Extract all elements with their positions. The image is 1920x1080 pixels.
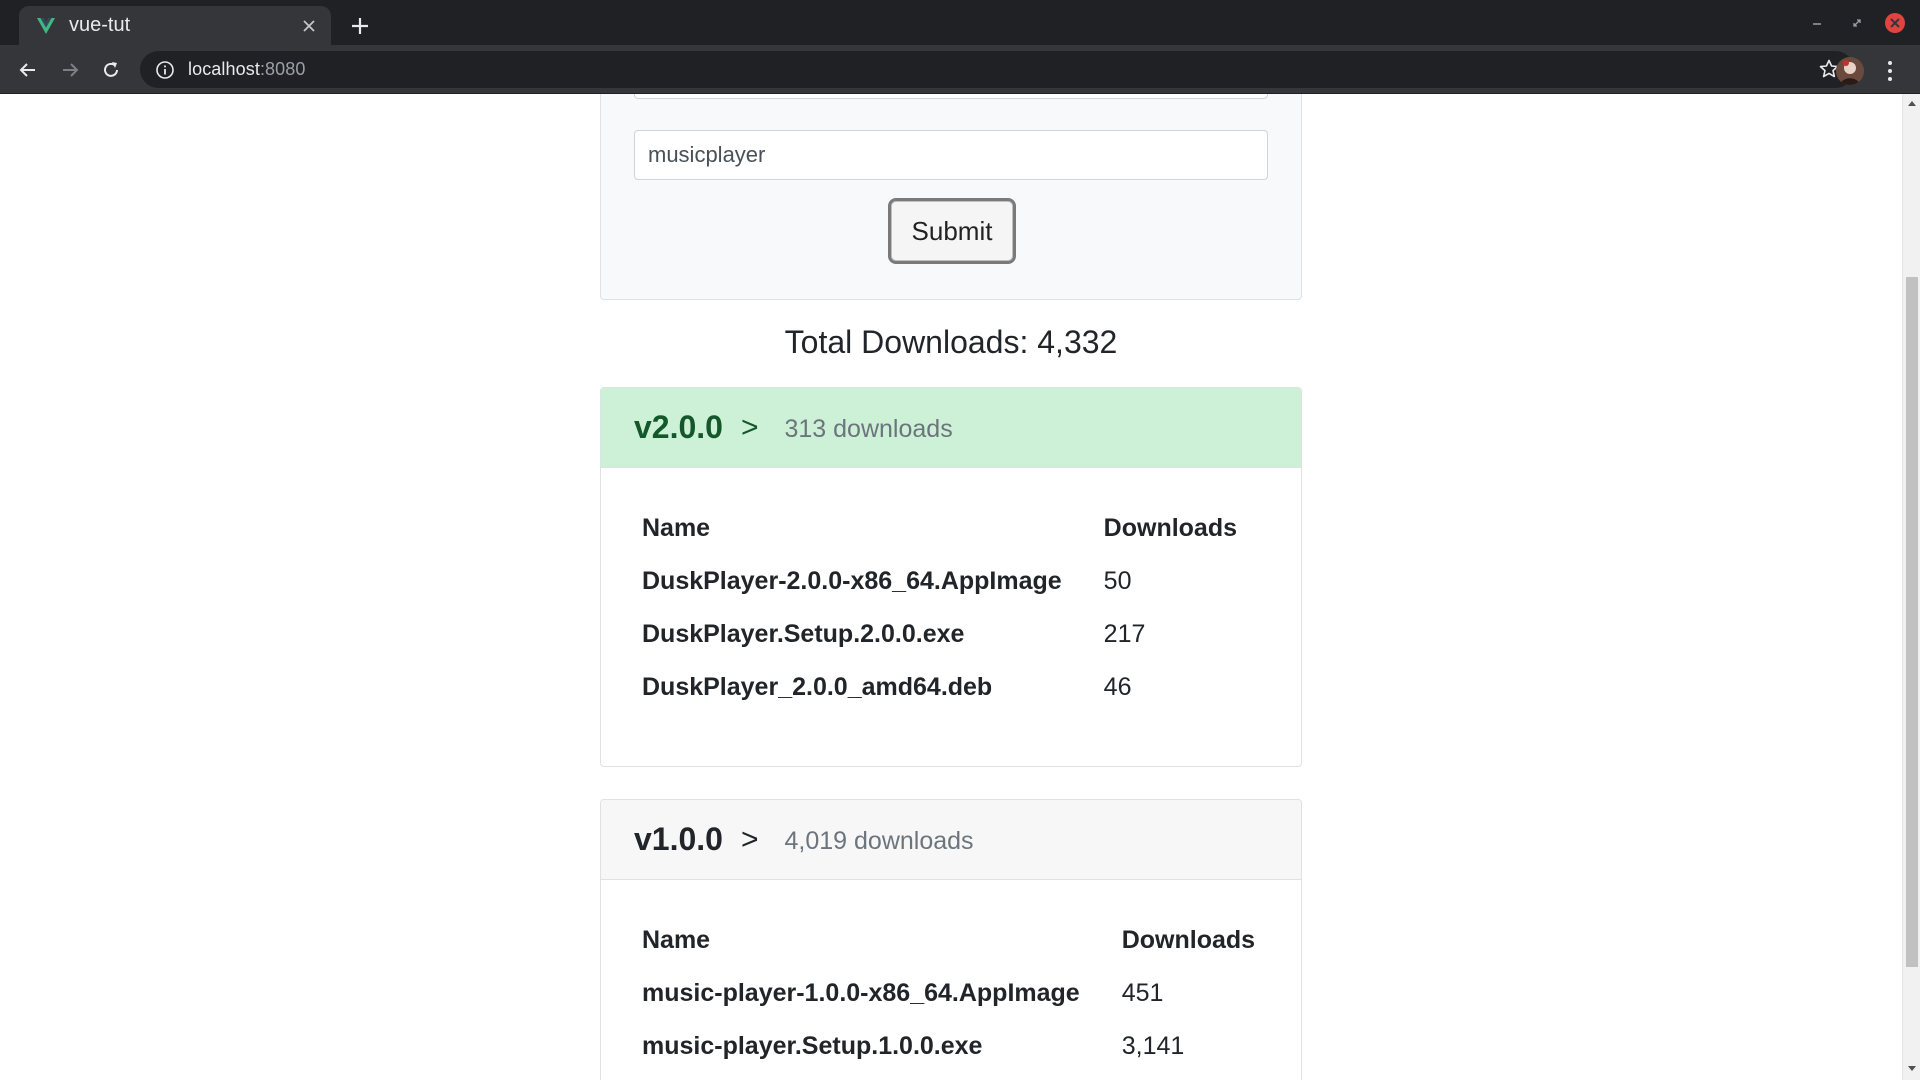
browser-tab[interactable]: vue-tut [19, 6, 331, 45]
back-arrow-icon[interactable] [11, 53, 45, 87]
scroll-down-arrow-icon[interactable] [1907, 1064, 1917, 1074]
table-header-row: Name Downloads [634, 502, 1271, 555]
release-card-v1: v1.0.0 > 4,019 downloads Name Downloads … [600, 799, 1302, 1080]
page-viewport: Submit Total Downloads: 4,332 v2.0.0 > 3… [0, 94, 1902, 1080]
browser-menu-icon[interactable] [1878, 57, 1902, 85]
repo-input[interactable] [634, 130, 1268, 180]
submit-button[interactable]: Submit [888, 198, 1016, 264]
close-tab-icon[interactable] [297, 14, 321, 38]
release-downloads: 4,019 downloads [784, 826, 974, 855]
table-row: music-player.Setup.1.0.0.exe 3,141 [634, 1020, 1289, 1073]
forward-arrow-icon[interactable] [53, 53, 87, 87]
release-version: v2.0.0 [634, 409, 723, 445]
table-row: DuskPlayer.Setup.2.0.0.exe 217 [634, 608, 1271, 661]
url-host: localhost [188, 59, 260, 79]
asset-downloads: 451 [1121, 979, 1164, 1007]
column-header-name: Name [642, 926, 711, 954]
column-header-name: Name [642, 514, 711, 542]
asset-name: DuskPlayer-2.0.0-x86_64.AppImage [642, 567, 1062, 595]
column-header-downloads: Downloads [1103, 514, 1238, 542]
assets-table: Name Downloads music-player-1.0.0-x86_64… [634, 914, 1289, 1073]
reload-icon[interactable] [94, 53, 128, 87]
expand-arrow: > [740, 410, 759, 444]
asset-name: DuskPlayer_2.0.0_amd64.deb [642, 673, 993, 701]
column-header-downloads: Downloads [1121, 926, 1256, 954]
scroll-thumb[interactable] [1906, 277, 1918, 967]
search-form-card: Submit [600, 94, 1302, 300]
browser-toolbar: localhost:8080 [0, 45, 1920, 94]
asset-downloads: 46 [1103, 673, 1132, 701]
restore-icon[interactable] [1844, 10, 1870, 36]
asset-downloads: 50 [1103, 567, 1132, 595]
total-downloads: Total Downloads: 4,332 [784, 324, 1118, 360]
new-tab-button[interactable] [344, 10, 376, 42]
release-card-v2: v2.0.0 > 313 downloads Name Downloads Du… [600, 387, 1302, 767]
asset-name: music-player-1.0.0-x86_64.AppImage [642, 979, 1080, 1007]
user-field[interactable] [634, 94, 1268, 99]
table-row: DuskPlayer-2.0.0-x86_64.AppImage 50 [634, 555, 1271, 608]
table-row: DuskPlayer_2.0.0_amd64.deb 46 [634, 661, 1271, 714]
release-header[interactable]: v2.0.0 > 313 downloads [601, 388, 1301, 468]
release-downloads: 313 downloads [784, 414, 953, 443]
asset-downloads: 3,141 [1121, 1032, 1185, 1060]
asset-downloads: 217 [1103, 620, 1146, 648]
address-bar[interactable]: localhost:8080 [140, 51, 1854, 88]
release-header[interactable]: v1.0.0 > 4,019 downloads [601, 800, 1301, 880]
profile-avatar[interactable] [1836, 57, 1864, 85]
table-row: music-player-1.0.0-x86_64.AppImage 451 [634, 967, 1289, 1020]
info-icon[interactable] [154, 59, 176, 81]
tab-title: vue-tut [69, 14, 131, 36]
browser-tabstrip: vue-tut [0, 0, 1920, 45]
close-window-icon[interactable] [1882, 10, 1908, 36]
url-port: :8080 [259, 59, 306, 79]
asset-name: DuskPlayer.Setup.2.0.0.exe [642, 620, 965, 648]
expand-arrow: > [740, 822, 759, 856]
assets-table: Name Downloads DuskPlayer-2.0.0-x86_64.A… [634, 502, 1271, 714]
scroll-up-arrow-icon[interactable] [1907, 98, 1917, 108]
vue-logo-icon [37, 17, 55, 34]
page-scrollbar[interactable] [1902, 94, 1920, 1080]
asset-name: music-player.Setup.1.0.0.exe [642, 1032, 983, 1060]
minimize-icon[interactable] [1804, 10, 1830, 36]
url-text: localhost:8080 [188, 59, 306, 80]
release-version: v1.0.0 [634, 821, 723, 857]
table-header-row: Name Downloads [634, 914, 1289, 967]
